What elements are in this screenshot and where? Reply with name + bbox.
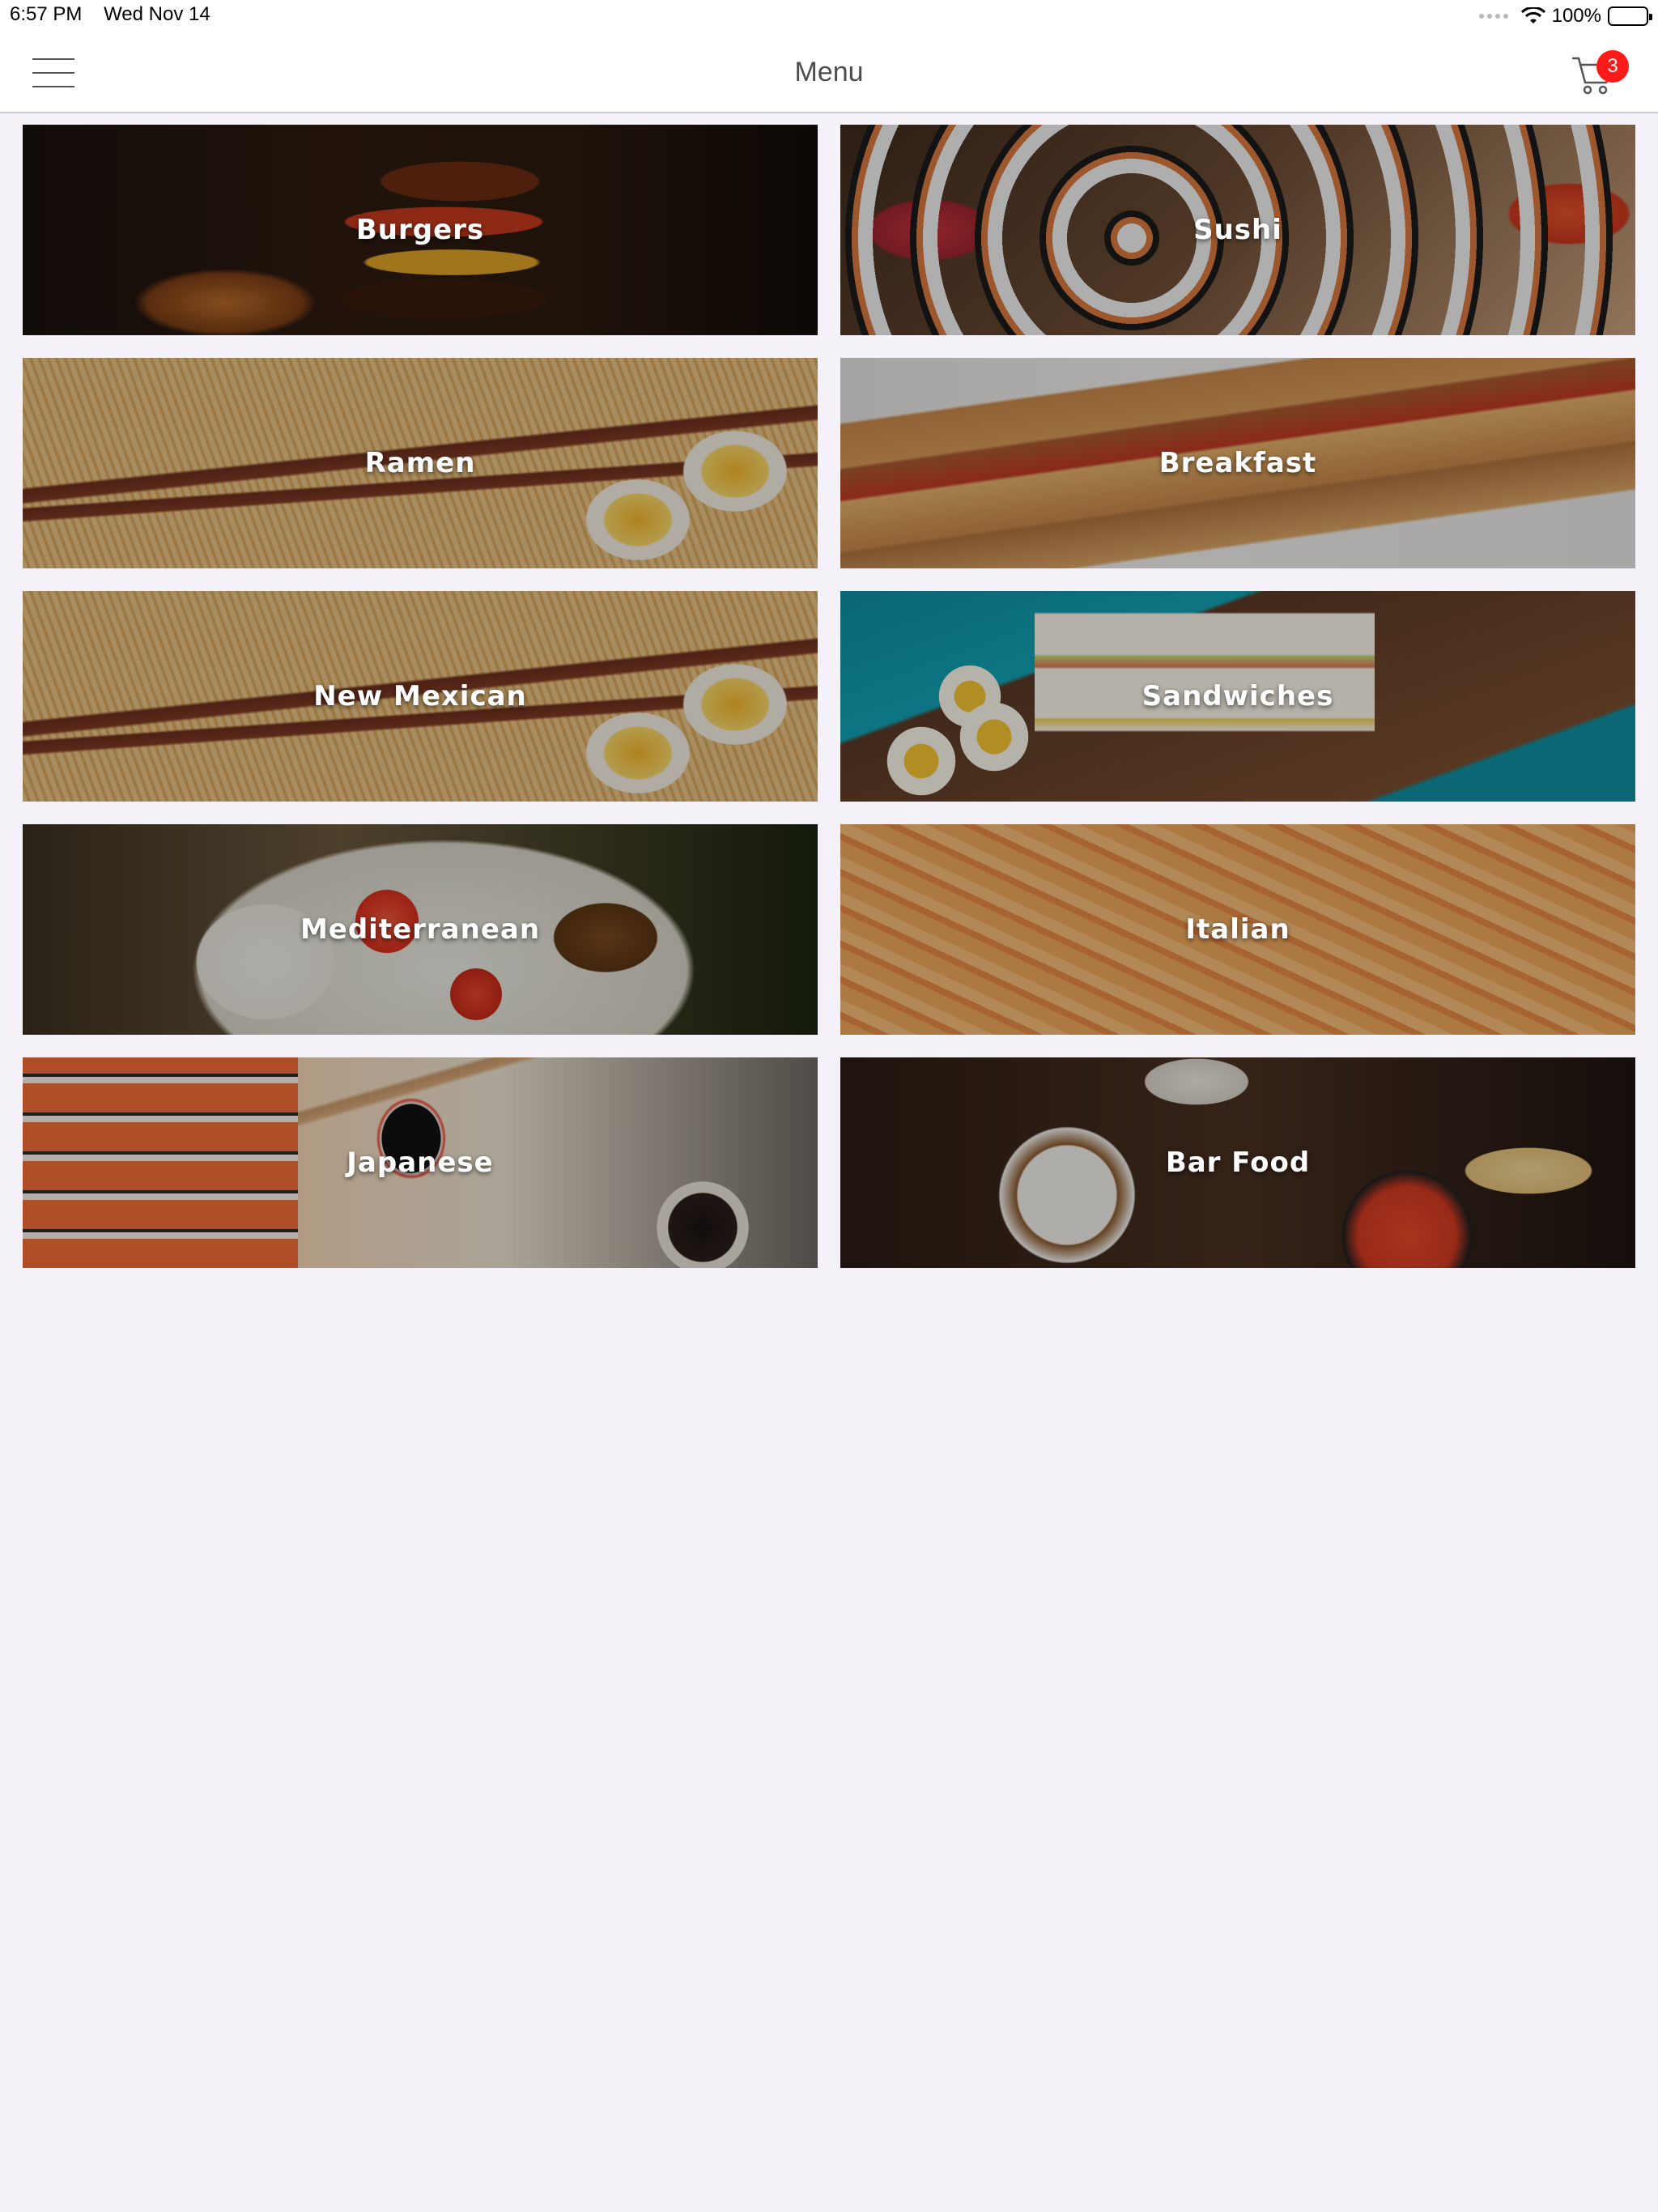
category-label: Sushi xyxy=(1193,214,1282,246)
category-tile-mediterranean[interactable]: Mediterranean xyxy=(23,824,818,1035)
status-left: 6:57 PM Wed Nov 14 xyxy=(10,3,210,26)
nav-bar: Menu 3 xyxy=(0,32,1658,113)
category-label: Ramen xyxy=(364,447,476,479)
status-time: 6:57 PM xyxy=(10,3,83,25)
category-tile-burgers[interactable]: Burgers xyxy=(23,125,818,335)
category-tile-sushi[interactable]: Sushi xyxy=(840,125,1635,335)
category-label: New Mexican xyxy=(313,680,527,713)
category-label: Mediterranean xyxy=(300,913,541,946)
category-label: Bar Food xyxy=(1165,1146,1311,1179)
category-tile-sandwiches[interactable]: Sandwiches xyxy=(840,591,1635,802)
category-label: Breakfast xyxy=(1158,447,1317,479)
category-tile-italian[interactable]: Italian xyxy=(840,824,1635,1035)
page-title: Menu xyxy=(794,57,864,87)
wifi-icon xyxy=(1520,7,1545,23)
battery-icon xyxy=(1608,6,1652,26)
category-tile-bar-food[interactable]: Bar Food xyxy=(840,1057,1635,1268)
battery-percent: 100% xyxy=(1551,5,1601,27)
category-label: Japanese xyxy=(346,1146,494,1179)
status-right: 100% xyxy=(1478,3,1652,29)
cart-button[interactable]: 3 xyxy=(1571,50,1629,100)
category-tile-breakfast[interactable]: Breakfast xyxy=(840,358,1635,568)
category-tile-japanese[interactable]: Japanese xyxy=(23,1057,818,1268)
category-label: Sandwiches xyxy=(1141,680,1334,713)
cart-count-badge: 3 xyxy=(1596,50,1629,83)
category-grid: Burgers Sushi Ramen Breakfast New Mexica… xyxy=(23,125,1635,1268)
category-tile-ramen[interactable]: Ramen xyxy=(23,358,818,568)
status-bar: 6:57 PM Wed Nov 14 100% xyxy=(0,0,1658,32)
cellular-signal-icon xyxy=(1478,14,1508,19)
category-label: Burgers xyxy=(355,214,485,246)
category-tile-new-mexican[interactable]: New Mexican xyxy=(23,591,818,802)
status-date: Wed Nov 14 xyxy=(104,3,210,25)
category-label: Italian xyxy=(1185,913,1290,946)
